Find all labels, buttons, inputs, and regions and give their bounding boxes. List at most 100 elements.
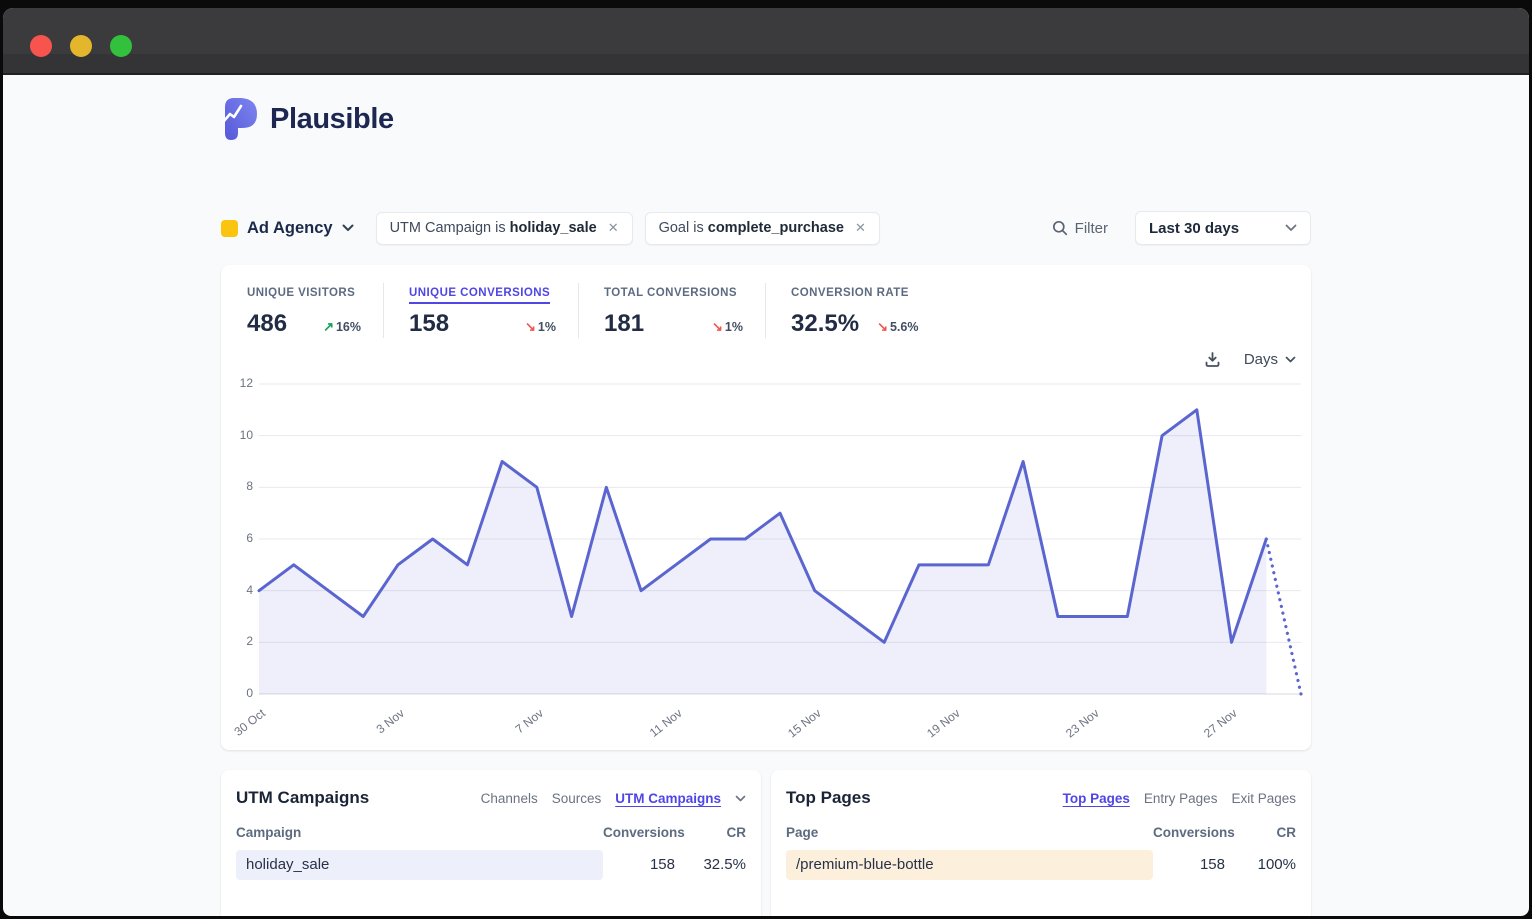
- table-row: /premium-blue-bottle 158 100%: [786, 850, 1296, 880]
- date-range-dropdown[interactable]: Last 30 days: [1135, 211, 1311, 245]
- stat-delta: ↗16%: [323, 319, 361, 335]
- stat-conversion-rate[interactable]: CONVERSION RATE 32.5%↘5.6%: [791, 283, 940, 338]
- column-campaign: Campaign: [236, 825, 603, 840]
- stat-unique-visitors[interactable]: UNIQUE VISITORS 486 ↗16%: [247, 283, 384, 338]
- chevron-down-icon: [342, 224, 354, 232]
- tab-sources[interactable]: Sources: [552, 791, 602, 806]
- x-axis-labels: 30 Oct3 Nov7 Nov11 Nov15 Nov19 Nov23 Nov…: [259, 694, 1301, 740]
- filter-pill-value: holiday_sale: [510, 220, 597, 236]
- dashboard-card: UNIQUE VISITORS 486 ↗16% UNIQUE CONVERSIO…: [221, 265, 1311, 750]
- panel-title: UTM Campaigns: [236, 788, 369, 808]
- stat-label: UNIQUE VISITORS: [247, 287, 355, 304]
- x-tick-label: 11 Nov: [647, 706, 685, 740]
- row-cr: 32.5%: [675, 850, 746, 880]
- browser-window: Plausible Ad Agency UTM Campaign is holi…: [3, 8, 1529, 916]
- chart-controls: Days: [221, 349, 1311, 370]
- y-tick-label: 12: [223, 376, 253, 390]
- stat-total-conversions[interactable]: TOTAL CONVERSIONS 181 ↘1%: [604, 283, 766, 338]
- tab-channels[interactable]: Channels: [481, 791, 538, 806]
- y-tick-label: 4: [223, 583, 253, 597]
- search-icon: [1052, 220, 1068, 236]
- chevron-down-icon: [735, 795, 746, 802]
- close-window-button[interactable]: [30, 35, 52, 57]
- x-tick-label: 19 Nov: [924, 706, 963, 740]
- minimize-window-button[interactable]: [70, 35, 92, 57]
- stat-label: TOTAL CONVERSIONS: [604, 287, 737, 304]
- panel-tabs: Channels Sources UTM Campaigns: [481, 791, 746, 806]
- trend-down-icon: ↘: [877, 319, 888, 334]
- table-header: Page Conversions CR: [786, 825, 1296, 840]
- stat-value: 32.5%: [791, 310, 859, 338]
- page-content: Plausible Ad Agency UTM Campaign is holi…: [3, 75, 1529, 916]
- maximize-window-button[interactable]: [110, 35, 132, 57]
- table-header: Campaign Conversions CR: [236, 825, 746, 840]
- filter-pill-value: complete_purchase: [708, 220, 844, 236]
- y-tick-label: 10: [223, 428, 253, 442]
- site-favicon: [221, 220, 238, 237]
- x-tick-label: 15 Nov: [785, 706, 824, 740]
- y-tick-label: 8: [223, 479, 253, 493]
- site-name: Ad Agency: [247, 219, 333, 238]
- stat-label: UNIQUE CONVERSIONS: [409, 287, 550, 304]
- filter-pill-prefix: Goal is: [659, 220, 708, 236]
- column-conversions: Conversions: [1153, 825, 1225, 840]
- remove-filter-icon[interactable]: ✕: [855, 220, 866, 236]
- line-chart: [259, 384, 1301, 694]
- stat-delta: ↘1%: [712, 319, 743, 335]
- y-tick-label: 0: [223, 686, 253, 700]
- trend-up-icon: ↗: [323, 319, 334, 334]
- column-page: Page: [786, 825, 1153, 840]
- stat-value: 486: [247, 310, 287, 338]
- breakdown-panels: UTM Campaigns Channels Sources UTM Campa…: [221, 770, 1311, 916]
- tab-entry-pages[interactable]: Entry Pages: [1144, 791, 1218, 806]
- chevron-down-icon: [1285, 356, 1296, 363]
- stat-label: CONVERSION RATE: [791, 287, 909, 304]
- chevron-down-icon: [1285, 224, 1297, 232]
- remove-filter-icon[interactable]: ✕: [608, 220, 619, 236]
- filter-button[interactable]: Filter: [1052, 220, 1108, 237]
- campaign-row-bar[interactable]: holiday_sale: [236, 850, 603, 880]
- y-tick-label: 2: [223, 634, 253, 648]
- download-button[interactable]: [1204, 351, 1221, 368]
- stat-value: 158: [409, 310, 449, 338]
- table-row: holiday_sale 158 32.5%: [236, 850, 746, 880]
- stat-delta: ↘1%: [525, 319, 556, 335]
- date-range-value: Last 30 days: [1149, 220, 1239, 237]
- tab-top-pages[interactable]: Top Pages: [1063, 791, 1130, 806]
- trend-down-icon: ↘: [525, 319, 536, 334]
- site-selector[interactable]: Ad Agency: [221, 219, 354, 238]
- tab-utm-campaigns[interactable]: UTM Campaigns: [615, 791, 721, 806]
- trend-down-icon: ↘: [712, 319, 723, 334]
- filter-pill-prefix: UTM Campaign is: [390, 220, 510, 236]
- stat-value: 181: [604, 310, 644, 338]
- download-icon: [1204, 351, 1221, 368]
- filter-pill-utm-campaign[interactable]: UTM Campaign is holiday_sale ✕: [376, 212, 633, 245]
- plausible-wordmark: Plausible: [270, 103, 394, 136]
- interval-label: Days: [1244, 351, 1278, 368]
- panel-title: Top Pages: [786, 788, 871, 808]
- window-titlebar: [3, 8, 1529, 75]
- top-stats: UNIQUE VISITORS 486 ↗16% UNIQUE CONVERSIO…: [221, 283, 1311, 338]
- filter-button-label: Filter: [1075, 220, 1108, 237]
- column-conversions: Conversions: [603, 825, 675, 840]
- filter-toolbar: Ad Agency UTM Campaign is holiday_sale ✕ …: [221, 211, 1311, 245]
- panel-tabs: Top Pages Entry Pages Exit Pages: [1063, 791, 1296, 806]
- plausible-logo-icon: [221, 97, 259, 141]
- filter-pill-goal[interactable]: Goal is complete_purchase ✕: [645, 212, 880, 245]
- interval-dropdown[interactable]: Days: [1244, 351, 1296, 368]
- x-tick-label: 30 Oct: [231, 706, 267, 739]
- x-tick-label: 23 Nov: [1063, 706, 1102, 740]
- plausible-logo[interactable]: Plausible: [221, 75, 1311, 141]
- x-tick-label: 3 Nov: [373, 706, 406, 736]
- page-row-bar[interactable]: /premium-blue-bottle: [786, 850, 1153, 880]
- x-tick-label: 27 Nov: [1202, 706, 1241, 740]
- tab-exit-pages[interactable]: Exit Pages: [1231, 791, 1296, 806]
- active-filters: UTM Campaign is holiday_sale ✕ Goal is co…: [376, 212, 880, 245]
- row-conversions: 158: [1153, 850, 1225, 880]
- column-cr: CR: [1225, 825, 1296, 840]
- utm-campaigns-panel: UTM Campaigns Channels Sources UTM Campa…: [221, 770, 761, 916]
- stat-unique-conversions[interactable]: UNIQUE CONVERSIONS 158 ↘1%: [409, 283, 579, 338]
- top-pages-panel: Top Pages Top Pages Entry Pages Exit Pag…: [771, 770, 1311, 916]
- visitors-chart: 024681012 30 Oct3 Nov7 Nov11 Nov15 Nov19…: [259, 384, 1301, 694]
- column-cr: CR: [675, 825, 746, 840]
